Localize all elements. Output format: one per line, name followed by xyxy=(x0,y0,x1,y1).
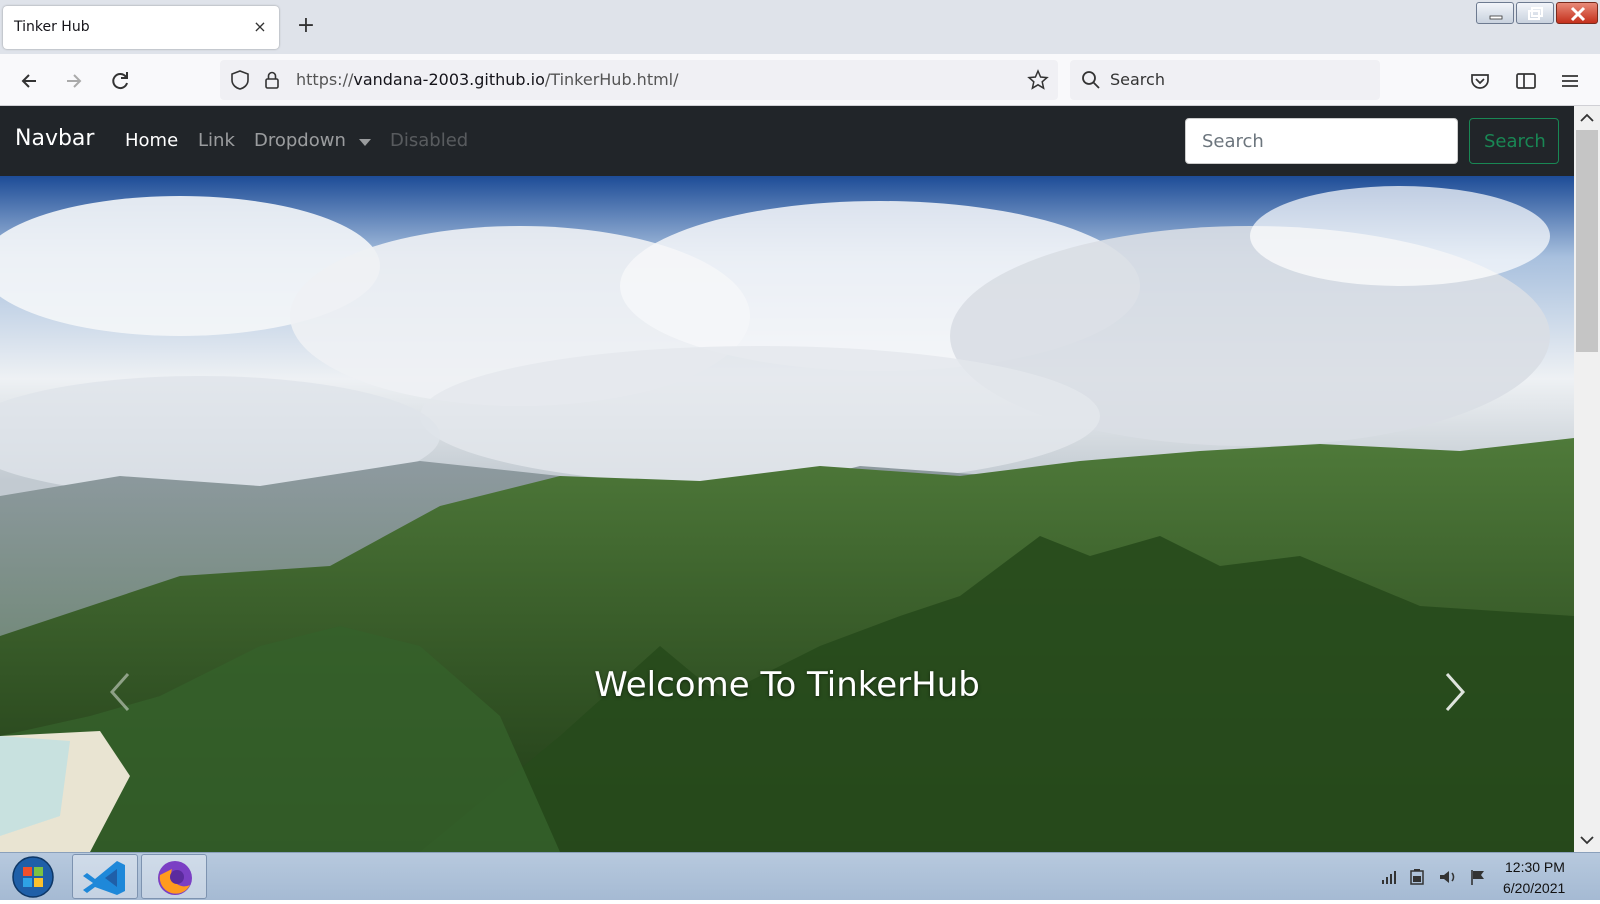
url-host: vandana-2003.github.io xyxy=(353,70,545,89)
browser-search-placeholder: Search xyxy=(1110,70,1165,89)
taskbar-time[interactable]: 12:30 PM xyxy=(1505,859,1565,875)
caret-down-icon[interactable] xyxy=(359,139,371,146)
reload-icon[interactable] xyxy=(106,67,134,95)
star-icon[interactable] xyxy=(1026,68,1050,96)
navbar-brand[interactable]: Navbar xyxy=(15,126,94,151)
url-scheme: https:// xyxy=(296,70,354,89)
site-search-input[interactable]: Search xyxy=(1185,118,1458,164)
browser-tab[interactable]: Tinker Hub × xyxy=(3,6,279,49)
url-path: /TinkerHub.html/ xyxy=(544,70,679,89)
url-bar[interactable]: https://vandana-2003.github.io/TinkerHub… xyxy=(220,60,1058,100)
network-icon[interactable] xyxy=(1380,868,1400,886)
new-tab-icon[interactable]: + xyxy=(294,15,318,39)
restore-button[interactable] xyxy=(1516,2,1554,24)
vscode-taskbar-icon[interactable] xyxy=(72,854,138,899)
nav-link[interactable]: Link xyxy=(198,130,235,151)
web-page: Navbar Home Link Dropdown Disabled Searc… xyxy=(0,106,1574,852)
nav-home-link[interactable]: Home xyxy=(125,130,178,151)
pocket-icon[interactable] xyxy=(1466,67,1494,95)
site-navbar: Navbar Home Link Dropdown Disabled Searc… xyxy=(0,106,1574,176)
windows-start-icon[interactable] xyxy=(8,855,58,899)
menu-icon[interactable] xyxy=(1556,67,1584,95)
nav-disabled-link: Disabled xyxy=(390,130,469,151)
url-text: https://vandana-2003.github.io/TinkerHub… xyxy=(296,70,679,89)
forward-icon[interactable] xyxy=(60,67,88,95)
hero-caption: Welcome To TinkerHub xyxy=(594,665,980,705)
scroll-down-icon[interactable] xyxy=(1574,828,1600,852)
volume-icon[interactable] xyxy=(1438,868,1458,886)
scroll-thumb[interactable] xyxy=(1576,130,1598,352)
lock-icon[interactable] xyxy=(260,68,284,96)
close-window-button[interactable] xyxy=(1556,2,1598,24)
battery-icon[interactable] xyxy=(1407,868,1427,886)
hero-landscape-image xyxy=(0,176,1574,852)
site-search-button-label: Search xyxy=(1484,131,1546,152)
site-search-placeholder: Search xyxy=(1202,131,1264,152)
windows-taskbar: 12:30 PM 6/20/2021 xyxy=(0,852,1600,900)
page-scrollbar[interactable] xyxy=(1574,106,1600,852)
browser-toolbar: https://vandana-2003.github.io/TinkerHub… xyxy=(0,54,1600,106)
hero-carousel: Welcome To TinkerHub xyxy=(0,176,1574,852)
back-icon[interactable] xyxy=(15,67,43,95)
search-icon xyxy=(1080,69,1102,95)
taskbar-date[interactable]: 6/20/2021 xyxy=(1503,880,1565,896)
browser-search-bar[interactable]: Search xyxy=(1070,60,1380,100)
firefox-taskbar-icon[interactable] xyxy=(141,854,207,899)
scroll-up-icon[interactable] xyxy=(1574,106,1600,130)
site-search-button[interactable]: Search xyxy=(1469,118,1559,164)
nav-dropdown[interactable]: Dropdown xyxy=(254,130,346,151)
tab-title: Tinker Hub xyxy=(14,19,90,35)
close-tab-icon[interactable]: × xyxy=(249,16,271,38)
browser-titlebar: Tinker Hub × + xyxy=(0,0,1600,54)
minimize-button[interactable] xyxy=(1476,2,1514,24)
action-center-flag-icon[interactable] xyxy=(1468,868,1488,886)
shield-icon[interactable] xyxy=(228,68,252,96)
sidebar-icon[interactable] xyxy=(1512,67,1540,95)
